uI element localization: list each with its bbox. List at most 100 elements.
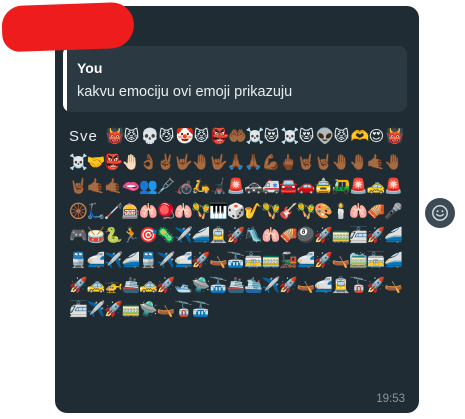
message-prefix: Sve — [69, 128, 98, 145]
emoji: ✈️ — [86, 300, 107, 319]
emoji: 😻 — [298, 127, 316, 145]
emoji: 🤘🏾 — [296, 152, 317, 171]
emoji: 🛶 — [331, 250, 352, 269]
emoji: 🎹 — [209, 201, 229, 220]
quote-author: You — [77, 60, 103, 76]
emoji: 🫶 — [350, 127, 371, 145]
emoji: 🛳️ — [244, 275, 264, 294]
emoji: 🛝 — [244, 226, 264, 245]
emoji: 🎰 — [121, 201, 142, 220]
emoji: 🚅 — [314, 275, 334, 294]
emoji: 🖕🏾 — [279, 152, 299, 171]
emoji: 🛥️ — [174, 275, 194, 294]
emoji: 🏃 — [121, 226, 142, 245]
emoji: 🚕 — [366, 177, 387, 196]
emoji: 🚃 — [121, 300, 142, 319]
emoji: 👹 — [385, 127, 406, 145]
emoji: 🚠 — [191, 300, 212, 319]
emoji: 🎨 — [314, 201, 334, 220]
react-button[interactable] — [425, 198, 455, 228]
emoji: 🫁 — [174, 201, 194, 220]
smiley-react-icon — [432, 205, 448, 221]
emoji: 🦯 — [104, 201, 124, 220]
emoji: 🚅 — [86, 250, 107, 269]
emoji: 🤚🏾 — [191, 152, 212, 171]
emoji: 🚊 — [331, 275, 352, 294]
emoji: 😍 — [368, 127, 386, 145]
emoji: 💀 — [140, 127, 161, 145]
emoji: ✈️ — [174, 226, 194, 245]
emoji: 🚀 — [191, 250, 212, 269]
emoji: 🛶 — [384, 275, 404, 294]
emoji: 😼 — [158, 127, 176, 145]
emoji: 👺 — [104, 152, 124, 171]
emoji: 🤚🏻 — [121, 152, 142, 171]
chat-view: You kakvu emociju ovi emoji prikazuju Sv… — [0, 0, 465, 419]
emoji: 🚄 — [384, 250, 404, 269]
emoji: 🚢 — [226, 275, 247, 294]
emoji: 🕯️ — [331, 201, 352, 220]
emoji: 🤡 — [175, 127, 196, 145]
emoji: 🛵 — [191, 177, 212, 196]
message-timestamp: 19:53 — [376, 393, 405, 405]
emoji: 🚠 — [226, 250, 247, 269]
emoji: 🪇 — [261, 201, 282, 220]
emoji: 🛴 — [86, 201, 107, 220]
emoji: 🚃 — [331, 226, 352, 245]
emoji: 🚋 — [244, 250, 264, 269]
emoji: 🚡 — [174, 300, 194, 319]
emoji: 🚨 — [349, 177, 369, 196]
emoji: 🪇 — [296, 201, 317, 220]
emoji: 🦼 — [209, 177, 229, 196]
emoji: 👽 — [315, 127, 336, 145]
emoji: 🚋 — [366, 250, 387, 269]
emoji: 🚀 — [279, 275, 299, 294]
message-bubble[interactable]: You kakvu emociju ovi emoji prikazuju Sv… — [55, 6, 419, 413]
emoji: 🚄 — [384, 226, 404, 245]
emoji: 🤟🏾 — [209, 152, 229, 171]
emoji: 🚨 — [226, 177, 247, 196]
emoji: 🤟🏾 — [174, 152, 194, 171]
emoji: 🎲 — [226, 201, 247, 220]
emoji: 🚂 — [279, 250, 299, 269]
emoji: 🙏🏾 — [226, 152, 247, 171]
emoji: 🐍 — [104, 226, 124, 245]
emoji: ✈️ — [104, 250, 124, 269]
emoji: 🫦 — [121, 177, 142, 196]
emoji: 😻 — [263, 127, 281, 145]
emoji: 🎷 — [244, 201, 264, 220]
emoji: 🚕 — [86, 275, 107, 294]
emoji: 🚅 — [296, 250, 317, 269]
emoji: 🤚🏾 — [331, 152, 352, 171]
emoji: 🚘 — [279, 177, 299, 196]
emoji: 🤚🏾 — [349, 152, 369, 171]
quoted-message[interactable]: You kakvu emociju ovi emoji prikazuju — [63, 46, 407, 112]
emoji: 🎸 — [279, 201, 299, 220]
emoji: ☠️ — [69, 152, 89, 171]
emoji: 😾 — [333, 127, 351, 145]
emoji: 🛞 — [69, 201, 89, 220]
emoji: 🚨 — [384, 177, 404, 196]
emoji: 🚀 — [226, 226, 247, 245]
emoji: 🛺 — [331, 177, 352, 196]
emoji: 🎯 — [139, 226, 159, 245]
emoji: 🎤 — [384, 201, 404, 220]
emoji: 🚈 — [69, 300, 89, 319]
emoji: 👹 — [105, 127, 126, 145]
emoji: 🤚🏾 — [384, 152, 404, 171]
quote-text: kakvu emociju ovi emoji prikazuju — [77, 84, 293, 100]
emoji: 🦽 — [174, 177, 194, 196]
emoji: ☠️ — [245, 127, 266, 145]
emoji: 🚗 — [296, 177, 317, 196]
emoji: 🙏🏾 — [244, 152, 264, 171]
emoji: ✌🏾 — [156, 152, 177, 171]
emoji: 🤝 — [86, 152, 107, 171]
emoji: 🛸 — [191, 275, 212, 294]
emoji: 🚀 — [366, 275, 387, 294]
emoji-list: 👹😾💀😼🤡😾👺🤲🏾☠️😻☠️😻👽😾🫶😍👹☠️🤝👺🤚🏻👌🏾✌🏾🤟🏾🤚🏾🤟🏾🙏🏾🙏🏾… — [69, 127, 406, 318]
emoji: 🤘🏾 — [69, 177, 89, 196]
emoji: 🦠 — [156, 226, 177, 245]
emoji: 👌🏾 — [139, 152, 159, 171]
emoji: 🛶 — [209, 250, 229, 269]
emoji: 🚑 — [261, 177, 282, 196]
